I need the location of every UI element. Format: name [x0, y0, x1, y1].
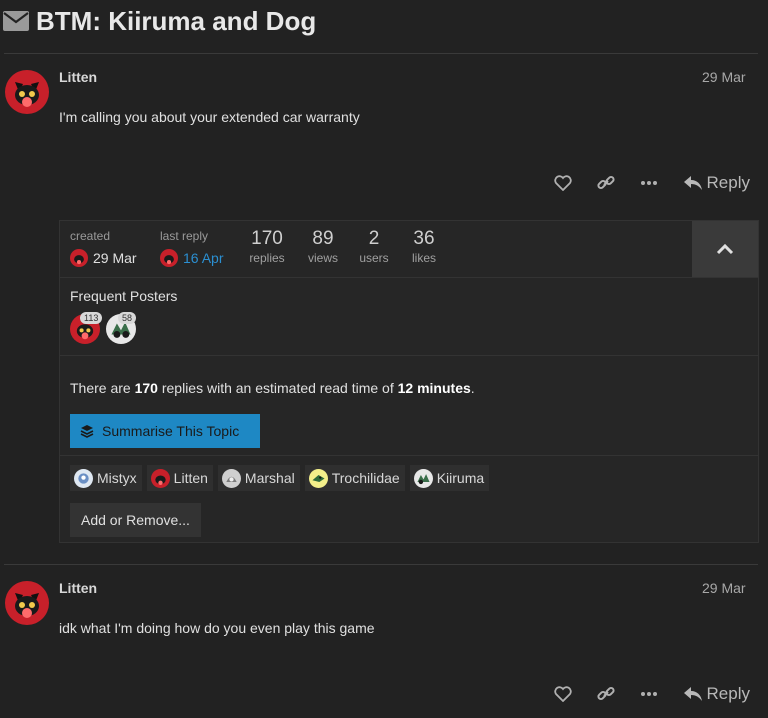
divider [4, 564, 758, 565]
summarise-label: Summarise This Topic [102, 423, 240, 439]
link-icon[interactable] [595, 172, 617, 194]
last-reply-date: 16 Apr [183, 250, 224, 266]
replies-stat: 170 replies [246, 228, 288, 266]
post-username[interactable]: Litten [59, 69, 97, 85]
collapse-button[interactable] [692, 221, 758, 277]
user-avatar-litten [160, 249, 178, 267]
last-reply-value[interactable]: 16 Apr [160, 249, 223, 267]
topic-stats[interactable]: created 29 Mar last reply 16 Apr 170 rep… [60, 221, 692, 277]
participant-name: Mistyx [97, 470, 137, 486]
participant-chip-mistyx[interactable]: Mistyx [70, 465, 142, 491]
more-icon[interactable] [638, 683, 660, 705]
reply-button[interactable]: Reply [683, 684, 750, 704]
divider [60, 355, 758, 356]
users-stat: 2 users [356, 228, 392, 266]
replies-count: 170 [251, 228, 283, 249]
topic-title[interactable]: BTM: Kiiruma and Dog [36, 6, 316, 37]
last-reply-label: last reply [160, 229, 209, 243]
user-avatar-litten [70, 249, 88, 267]
heart-icon[interactable] [552, 172, 574, 194]
post-date[interactable]: 29 Mar [702, 580, 746, 596]
participant-chip-kiiruma[interactable]: Kiiruma [409, 465, 490, 491]
participant-chip-trochilidae[interactable]: Trochilidae [304, 465, 405, 491]
user-avatar-kiiruma [413, 468, 433, 488]
topic-map: created 29 Mar last reply 16 Apr 170 rep… [59, 220, 759, 543]
user-avatar-litten [150, 468, 170, 488]
divider [60, 277, 758, 278]
likes-stat: 36 likes [406, 228, 442, 266]
replies-label: replies [249, 251, 285, 265]
likes-label: likes [411, 251, 436, 265]
user-avatar-marshal [221, 468, 241, 488]
topic-header: BTM: Kiiruma and Dog [0, 0, 768, 52]
add-or-remove-button[interactable]: Add or Remove... [70, 503, 201, 537]
frequent-poster-avatar[interactable]: 58 [106, 312, 137, 344]
envelope-icon [3, 11, 29, 36]
users-label: users [359, 251, 389, 265]
post-count-badge: 58 [118, 312, 137, 324]
post-actions: Reply [531, 172, 750, 194]
layers-icon [80, 425, 94, 438]
reply-icon [683, 687, 702, 701]
post-body: idk what I'm doing how do you even play … [59, 620, 375, 636]
created-date: 29 Mar [93, 250, 137, 266]
frequent-posters-label: Frequent Posters [70, 288, 178, 304]
user-avatar-trochilidae [308, 468, 328, 488]
views-count: 89 [312, 228, 334, 249]
divider [60, 455, 758, 456]
participants-list: Mistyx Litten Marshal Trochilidae Kiirum… [70, 465, 494, 491]
reply-label: Reply [706, 173, 750, 192]
views-stat: 89 views [304, 228, 342, 266]
participant-chip-marshal[interactable]: Marshal [217, 465, 300, 491]
divider [4, 53, 758, 54]
user-avatar-litten[interactable] [5, 70, 49, 114]
reply-label: Reply [706, 684, 750, 703]
likes-count: 36 [413, 228, 435, 249]
participant-name: Kiiruma [436, 470, 485, 486]
users-count: 2 [368, 228, 380, 249]
participant-chip-litten[interactable]: Litten [146, 465, 213, 491]
created-value: 29 Mar [70, 249, 137, 267]
heart-icon[interactable] [552, 683, 574, 705]
post-date[interactable]: 29 Mar [702, 69, 746, 85]
post-count-badge: 113 [80, 312, 103, 324]
post-username[interactable]: Litten [59, 580, 97, 596]
chevron-up-icon [716, 243, 734, 255]
more-icon[interactable] [638, 172, 660, 194]
user-avatar-mistyx [74, 468, 93, 488]
post-actions: Reply [531, 683, 750, 705]
user-avatar-litten[interactable] [5, 581, 49, 625]
views-label: views [307, 251, 338, 265]
participant-name: Marshal [244, 470, 295, 486]
link-icon[interactable] [595, 683, 617, 705]
read-time-text: There are 170 replies with an estimated … [70, 380, 475, 396]
reply-button[interactable]: Reply [683, 173, 750, 193]
reply-icon [683, 176, 702, 190]
participant-name: Litten [173, 470, 208, 486]
created-label: created [70, 229, 111, 243]
participant-name: Trochilidae [331, 470, 400, 486]
summarise-button[interactable]: Summarise This Topic [70, 414, 260, 448]
post-body: I'm calling you about your extended car … [59, 109, 360, 125]
frequent-poster-avatar[interactable]: 113 [70, 312, 103, 344]
